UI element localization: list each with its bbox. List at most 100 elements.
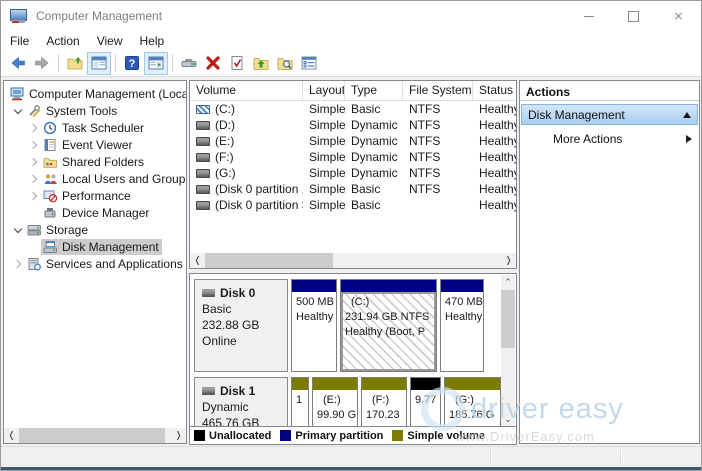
console-tree-icon (91, 55, 107, 71)
tree-item-shared-folders[interactable]: Shared Folders (4, 153, 186, 170)
tree-item-services-and-applications[interactable]: Services and Applications (4, 255, 186, 272)
delete-button[interactable] (201, 52, 225, 75)
partition-color-bar (445, 378, 500, 390)
help-button[interactable]: ? (120, 52, 144, 75)
disk0-status: Online (202, 333, 287, 349)
volume-icon (196, 137, 210, 146)
disk0-info-box[interactable]: Disk 0 Basic 232.88 GB Online (194, 279, 288, 372)
chevron-collapsed-icon[interactable] (26, 154, 41, 169)
rescan-disks-button[interactable] (177, 52, 201, 75)
tree-item-performance[interactable]: Performance (4, 187, 186, 204)
drive-icon (202, 289, 215, 297)
scrollbar-thumb[interactable] (19, 428, 165, 443)
shared-folders-icon (42, 155, 58, 169)
volume-row-d[interactable]: (D:) SimpleDynamic NTFSHealthy (190, 117, 516, 133)
back-button[interactable] (6, 52, 30, 75)
tree-item-disk-management[interactable]: Disk Management (4, 238, 186, 255)
volume-row-e[interactable]: (E:) SimpleDynamic NTFSHealthy (190, 133, 516, 149)
disk0-partition-recovery[interactable]: 470 MB Healthy (440, 279, 484, 372)
scroll-left-icon[interactable]: ❬ (190, 253, 205, 268)
help-icon: ? (124, 55, 140, 71)
disk0-partition-system[interactable]: 500 MB Healthy (291, 279, 337, 372)
menubar: File Action View Help (1, 31, 701, 50)
open-folder-button[interactable] (249, 52, 273, 75)
scrollbar-thumb[interactable] (205, 253, 333, 268)
scrollbar-thumb[interactable] (501, 290, 515, 348)
tree-item-local-users-and-groups[interactable]: Local Users and Groups (4, 170, 186, 187)
up-folder-button[interactable] (63, 52, 87, 75)
svg-text:?: ? (129, 58, 136, 70)
column-layout[interactable]: Layout (303, 81, 345, 100)
actions-disk-management[interactable]: Disk Management (521, 104, 698, 125)
delete-x-icon (205, 55, 221, 71)
scroll-up-icon[interactable]: ⌃ (501, 275, 516, 290)
tree-item-system-tools[interactable]: System Tools (4, 102, 186, 119)
properties-button[interactable] (297, 52, 321, 75)
local-users-icon (42, 172, 58, 186)
toolbar-separator (172, 54, 173, 72)
volume-row-f[interactable]: (F:) SimpleDynamic NTFSHealthy (190, 149, 516, 165)
volume-row-disk0-partition3[interactable]: (Disk 0 partition 3) SimpleBasic Healthy (190, 197, 516, 213)
document-check-icon (229, 55, 245, 71)
volume-icon (196, 185, 210, 194)
volume-icon (196, 201, 210, 210)
chevron-expanded-icon[interactable] (10, 103, 25, 118)
close-button[interactable]: × (656, 1, 701, 31)
column-status[interactable]: Status (473, 81, 517, 100)
disk1-kind: Dynamic (202, 399, 287, 415)
menu-view[interactable]: View (97, 32, 132, 50)
collapse-arrow-icon[interactable] (683, 112, 691, 118)
maximize-button[interactable] (611, 1, 656, 31)
volume-list-panel: Volume Layout Type File System Status (C… (189, 80, 517, 269)
disk-graph-vertical-scrollbar[interactable]: ⌃ ⌄ (501, 275, 515, 427)
legend-primary-partition: Primary partition (280, 430, 383, 442)
tree-item-computer-management[interactable]: Computer Management (Local (4, 85, 186, 102)
volume-row-c[interactable]: (C:) SimpleBasic NTFSHealthy (190, 101, 516, 117)
status-separator (620, 449, 621, 465)
column-file-system[interactable]: File System (403, 81, 473, 100)
back-arrow-icon (10, 55, 26, 71)
menu-file[interactable]: File (10, 32, 38, 50)
chevron-collapsed-icon[interactable] (26, 188, 41, 203)
volume-row-g[interactable]: (G:) SimpleDynamic NTFSHealthy (190, 165, 516, 181)
scroll-left-icon[interactable]: ❬ (4, 428, 19, 443)
up-folder-icon (67, 55, 83, 71)
chevron-collapsed-icon[interactable] (26, 120, 41, 135)
partition-legend: Unallocated Primary partition Simple vol… (190, 426, 516, 444)
explore-folder-button[interactable] (273, 52, 297, 75)
tree-item-device-manager[interactable]: Device Manager (4, 204, 186, 221)
chevron-collapsed-icon[interactable] (10, 256, 25, 271)
tree-item-storage[interactable]: Storage (4, 221, 186, 238)
actions-panel: Actions Disk Management More Actions (519, 80, 700, 444)
submenu-arrow-icon (686, 135, 692, 143)
disk0-partition-c[interactable]: (C:) 231.94 GB NTFS Healthy (Boot, P (340, 279, 437, 372)
forward-button[interactable] (30, 52, 54, 75)
scroll-right-icon[interactable]: ❭ (171, 428, 186, 443)
tree-item-event-viewer[interactable]: Event Viewer (4, 136, 186, 153)
menu-action[interactable]: Action (46, 32, 88, 50)
services-icon (26, 257, 42, 271)
chevron-collapsed-icon[interactable] (26, 171, 41, 186)
window-title: Computer Management (36, 9, 162, 23)
scroll-right-icon[interactable]: ❭ (501, 253, 516, 268)
show-console-tree-button[interactable] (87, 52, 111, 75)
minimize-button[interactable] (566, 1, 611, 31)
volume-list-horizontal-scrollbar[interactable]: ❬ ❭ (190, 253, 516, 268)
folder-up-arrow-icon (253, 55, 269, 71)
column-volume[interactable]: Volume (190, 81, 303, 100)
volume-row-disk0-partition1[interactable]: (Disk 0 partition 1) SimpleBasic NTFSHea… (190, 181, 516, 197)
check-properties-button[interactable] (225, 52, 249, 75)
menu-help[interactable]: Help (140, 32, 174, 50)
tree-item-task-scheduler[interactable]: Task Scheduler (4, 119, 186, 136)
scroll-down-icon[interactable]: ⌄ (501, 412, 516, 427)
column-type[interactable]: Type (345, 81, 403, 100)
storage-icon (26, 223, 42, 237)
tree-horizontal-scrollbar[interactable]: ❬ ❭ (4, 428, 186, 443)
computer-management-window: Computer Management × File Action View H… (0, 0, 702, 471)
chevron-collapsed-icon[interactable] (26, 137, 41, 152)
status-bar (1, 446, 701, 467)
chevron-expanded-icon[interactable] (10, 222, 25, 237)
volume-table-header: Volume Layout Type File System Status (190, 81, 516, 101)
show-action-pane-button[interactable] (144, 52, 168, 75)
actions-more-actions[interactable]: More Actions (520, 128, 699, 149)
